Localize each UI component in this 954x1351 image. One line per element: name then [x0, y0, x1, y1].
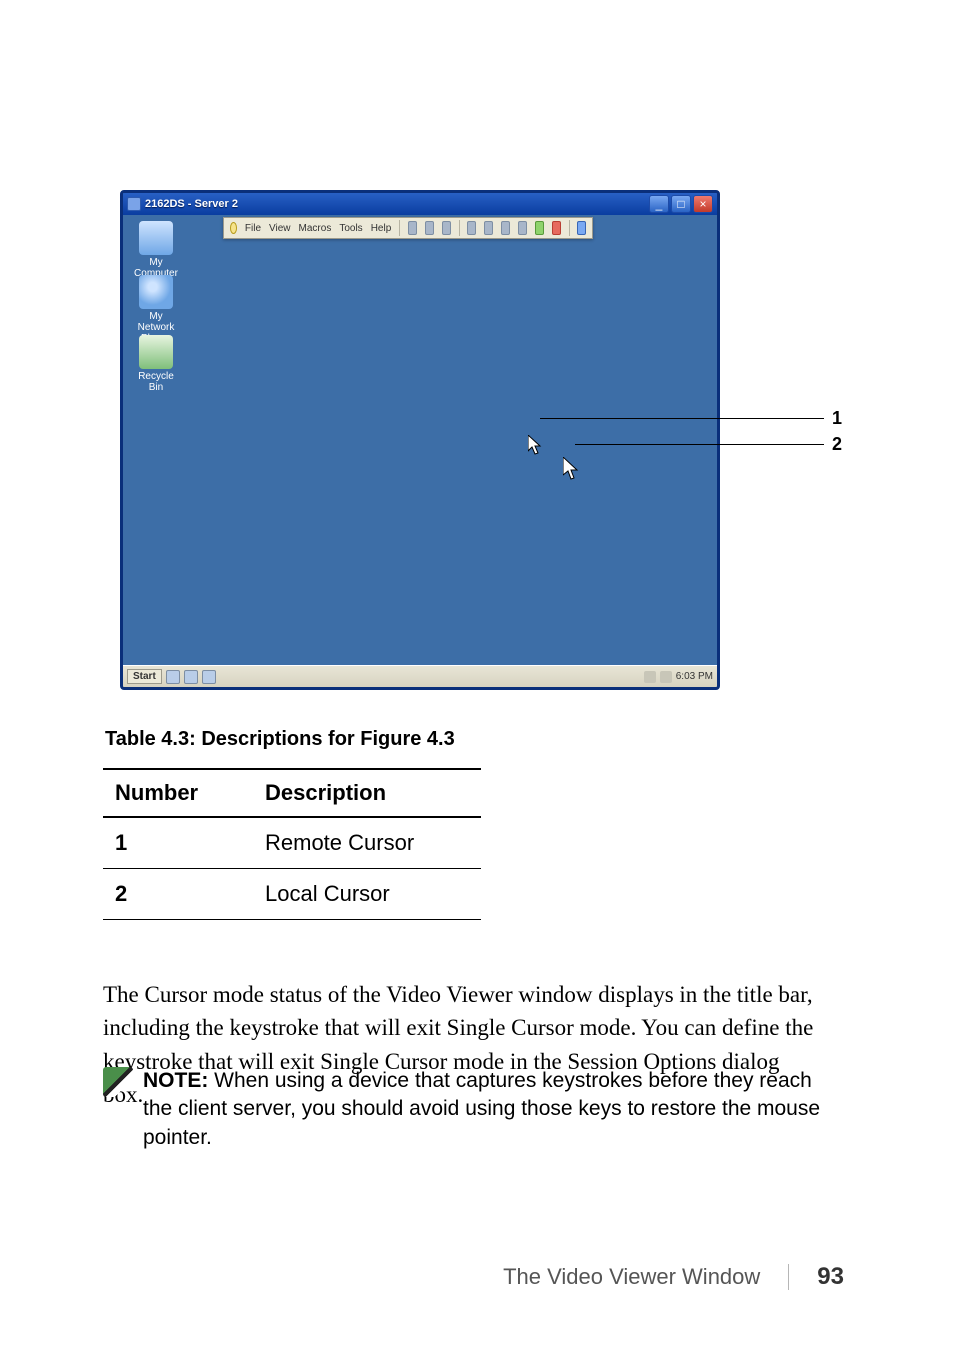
remote-desktop-area: My Computer My Network Places Recycle Bi… [123, 215, 717, 665]
table-cell-description: Local Cursor [253, 869, 481, 920]
note-text: NOTE: When using a device that captures … [143, 1067, 823, 1152]
note-label: NOTE: [143, 1069, 208, 1092]
toolbar-icon[interactable] [552, 221, 561, 235]
menu-view[interactable]: View [269, 223, 291, 234]
page-footer: The Video Viewer Window 93 [0, 1263, 954, 1291]
toolbar-icon[interactable] [408, 221, 417, 235]
table-row: 2 Local Cursor [103, 869, 481, 920]
taskbar: Start 6:03 PM [123, 665, 717, 687]
video-viewer-screenshot: 2162DS - Server 2 _ □ × My Computer My N… [120, 190, 840, 690]
taskbar-clock: 6:03 PM [676, 671, 713, 682]
toolbar-icon[interactable] [467, 221, 476, 235]
video-viewer-window: 2162DS - Server 2 _ □ × My Computer My N… [120, 190, 720, 690]
toolbar-icon[interactable] [501, 221, 510, 235]
descriptions-table: Number Description 1 Remote Cursor 2 Loc… [103, 768, 481, 920]
monitor-icon [139, 221, 173, 255]
footer-separator [788, 1264, 789, 1290]
viewer-toolbar: File View Macros Tools Help [223, 217, 593, 239]
page-number: 93 [817, 1263, 844, 1291]
window-title: 2162DS - Server 2 [145, 198, 649, 210]
table-header-number: Number [103, 769, 253, 817]
toolbar-icon[interactable] [518, 221, 527, 235]
callout-leader [540, 418, 824, 419]
network-places-icon [139, 275, 173, 309]
desktop-icon-recycle-bin[interactable]: Recycle Bin [131, 335, 181, 393]
toolbar-icon[interactable] [577, 221, 586, 235]
table-header-description: Description [253, 769, 481, 817]
table-cell-number: 2 [103, 869, 253, 920]
callout-number-2: 2 [832, 434, 842, 455]
start-button[interactable]: Start [127, 669, 162, 684]
menu-file[interactable]: File [245, 223, 261, 234]
toolbar-icon[interactable] [484, 221, 493, 235]
note-body-text: When using a device that captures keystr… [143, 1069, 820, 1149]
table-cell-description: Remote Cursor [253, 817, 481, 869]
minimize-icon[interactable]: _ [649, 195, 669, 213]
maximize-icon[interactable]: □ [671, 195, 691, 213]
quick-launch-icon[interactable] [166, 670, 180, 684]
note-pencil-icon [103, 1067, 133, 1097]
quick-launch-icon[interactable] [184, 670, 198, 684]
desktop-icon-my-network[interactable]: My Network Places [131, 275, 181, 344]
recycle-bin-icon [139, 335, 173, 369]
table-row: 1 Remote Cursor [103, 817, 481, 869]
app-icon [127, 197, 141, 211]
icon-label: Recycle Bin [138, 371, 174, 393]
pin-icon[interactable] [230, 222, 237, 234]
quick-launch-icon[interactable] [202, 670, 216, 684]
note-block: NOTE: When using a device that captures … [103, 1067, 823, 1152]
callout-leader [575, 444, 824, 445]
tray-icon[interactable] [644, 671, 656, 683]
footer-section-title: The Video Viewer Window [503, 1264, 760, 1290]
table-cell-number: 1 [103, 817, 253, 869]
window-titlebar: 2162DS - Server 2 _ □ × [123, 193, 717, 215]
desktop-icon-my-computer[interactable]: My Computer [131, 221, 181, 279]
close-icon[interactable]: × [693, 195, 713, 213]
menu-macros[interactable]: Macros [299, 223, 332, 234]
table-caption: Table 4.3: Descriptions for Figure 4.3 [105, 728, 455, 751]
tray-icon[interactable] [660, 671, 672, 683]
menu-help[interactable]: Help [371, 223, 392, 234]
callout-number-1: 1 [832, 408, 842, 429]
toolbar-icon[interactable] [442, 221, 451, 235]
menu-tools[interactable]: Tools [339, 223, 362, 234]
toolbar-icon[interactable] [425, 221, 434, 235]
toolbar-icon[interactable] [535, 221, 544, 235]
